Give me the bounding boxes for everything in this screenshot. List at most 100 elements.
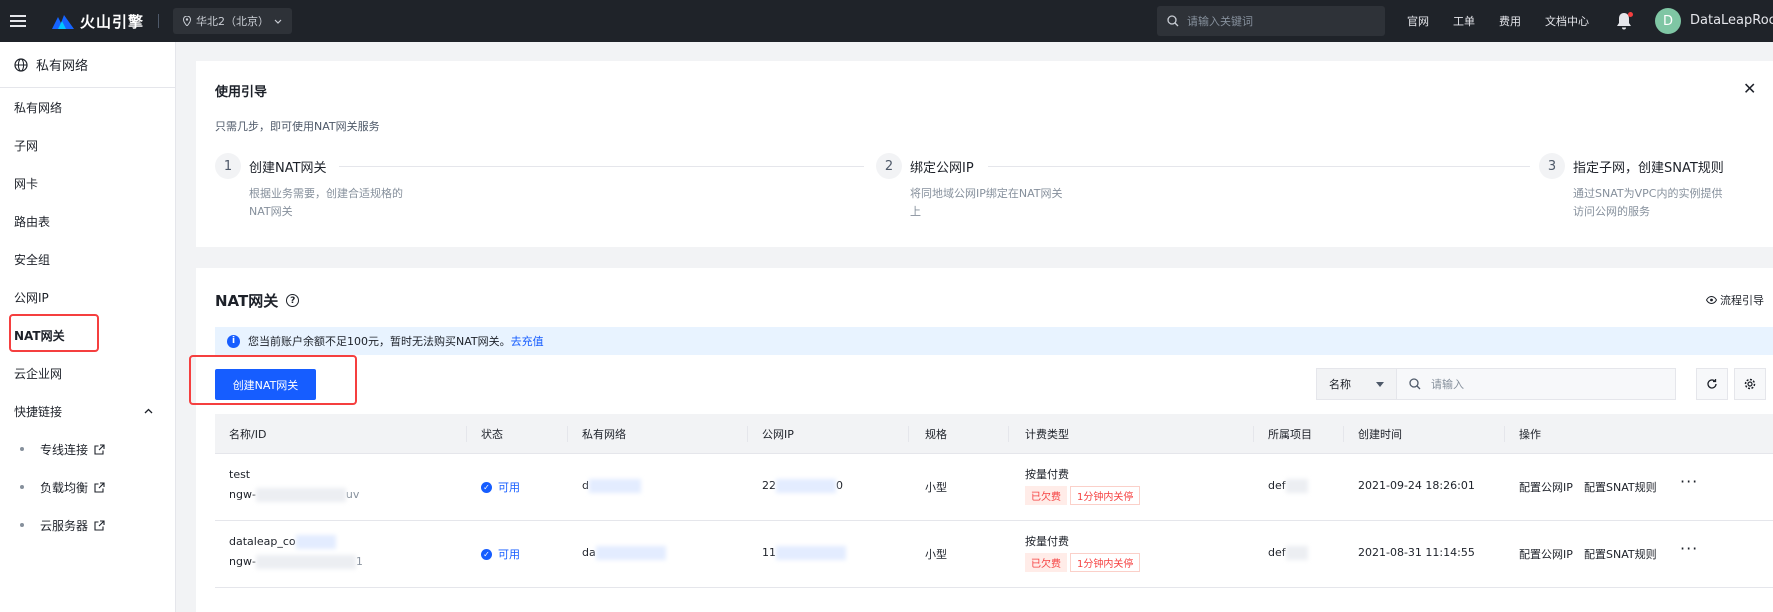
vpc-link[interactable]: d [582, 479, 641, 493]
step-connector [988, 166, 1530, 167]
col-created: 创建时间 [1358, 428, 1402, 441]
shortcut-ecs[interactable]: 云服务器 [0, 506, 175, 544]
brand-logo[interactable]: 火山引擎 [52, 11, 144, 32]
table-row: test ngw-uv ✓ 可用 d 22 0 小型 按量付费 已欠费 1分钟内关停… [215, 454, 1773, 521]
sidebar-item-security-group[interactable]: 安全组 [0, 240, 175, 278]
step-description: 将同地域公网IP绑定在NAT网关上 [910, 187, 1063, 218]
page-title-text: NAT网关 [215, 292, 279, 310]
billing-cell: 按量付费 已欠费 1分钟内关停 [1025, 466, 1141, 505]
status-badge: ✓ 可用 [481, 479, 520, 495]
sidebar-item-nic[interactable]: 网卡 [0, 164, 175, 202]
step-number: 2 [876, 153, 902, 179]
step-title: 指定子网，创建SNAT规则 [1573, 161, 1724, 176]
settings-button[interactable] [1734, 368, 1766, 400]
external-link-icon [94, 519, 105, 531]
caret-down-icon [1376, 381, 1384, 387]
create-nat-button[interactable]: 创建NAT网关 [215, 369, 316, 400]
search-filter: 名称 [1316, 368, 1676, 400]
sidebar-header: 私有网络 [0, 42, 175, 88]
alert-text: 您当前账户余额不足100元，暂时无法购买NAT网关。 [248, 335, 511, 348]
shortcut-label: 云服务器 [40, 518, 89, 533]
vpc-text: da [582, 546, 596, 559]
table-row: dataleap_co ngw- 1 ✓ 可用 da 11 小型 按量付费 已欠费… [215, 521, 1773, 588]
search-input[interactable] [1431, 377, 1631, 391]
created-time: 2021-08-31 11:14:55 [1358, 546, 1475, 559]
status-text: 可用 [498, 481, 520, 494]
link-official-site[interactable]: 官网 [1407, 13, 1429, 29]
gateway-name-link[interactable]: dataleap_co [229, 535, 336, 549]
global-search-input[interactable] [1187, 14, 1367, 28]
avatar[interactable]: D [1655, 8, 1681, 34]
vpc-link[interactable]: da [582, 546, 666, 560]
bullet [20, 523, 24, 527]
gateway-id: ngw- 1 [229, 555, 363, 569]
link-billing[interactable]: 费用 [1499, 13, 1521, 29]
check-circle-icon: ✓ [481, 481, 492, 493]
external-link-icon [94, 443, 105, 455]
shutdown-tag: 1分钟内关停 [1070, 486, 1141, 505]
more-actions-icon[interactable]: ··· [1680, 472, 1698, 491]
public-ip-link[interactable]: 11 [762, 546, 846, 560]
sidebar-item-subnet[interactable]: 子网 [0, 126, 175, 164]
flow-guide-link[interactable]: 流程引导 [1706, 292, 1764, 308]
global-search[interactable] [1157, 6, 1385, 36]
menu-icon[interactable] [0, 0, 36, 42]
sidebar-item-vpc[interactable]: 私有网络 [0, 88, 175, 126]
config-snat-link[interactable]: 配置SNAT规则 [1584, 479, 1657, 495]
redacted-mask [255, 488, 346, 502]
col-separator [1343, 426, 1344, 442]
shortcut-direct-connect[interactable]: 专线连接 [0, 430, 175, 468]
table-header: 名称/ID 状态 私有网络 公网IP 规格 计费类型 所属项目 创建时间 操作 [215, 414, 1773, 454]
link-tickets[interactable]: 工单 [1453, 13, 1475, 29]
sidebar-item-route-table[interactable]: 路由表 [0, 202, 175, 240]
refresh-button[interactable] [1696, 368, 1728, 400]
step-description: 通过SNAT为VPC内的实例提供访问公网的服务 [1573, 187, 1723, 218]
public-ip-start: 11 [762, 546, 776, 559]
location-pin-icon [183, 16, 192, 26]
step-description: 根据业务需要，创建合适规格的NAT网关 [249, 187, 403, 218]
col-separator [1253, 426, 1254, 442]
public-ip-link[interactable]: 22 0 [762, 479, 843, 493]
notification-dot [1628, 12, 1633, 17]
region-selector[interactable]: 华北2（北京） [173, 8, 293, 34]
search-icon [1409, 378, 1421, 390]
redacted-mask [776, 479, 836, 493]
config-public-ip-link[interactable]: 配置公网IP [1519, 546, 1573, 562]
col-separator [908, 426, 909, 442]
close-icon[interactable]: ✕ [1743, 79, 1756, 98]
search-icon [1167, 15, 1179, 27]
col-public-ip: 公网IP [762, 428, 794, 441]
shortcut-label: 负载均衡 [40, 480, 89, 495]
sidebar-shortcuts-toggle[interactable]: 快捷链接 [0, 392, 175, 430]
sidebar-item-nat-gateway[interactable]: NAT网关 [0, 316, 175, 354]
nat-gateway-card: NAT网关 ? 流程引导 i 您当前账户余额不足100元，暂时无法购买NAT网关… [196, 268, 1773, 612]
spec-value: 小型 [925, 481, 947, 494]
gateway-name-link[interactable]: test [229, 468, 250, 481]
config-snat-link[interactable]: 配置SNAT规则 [1584, 546, 1657, 562]
bell-icon[interactable] [1616, 12, 1633, 30]
sidebar-item-cen[interactable]: 云企业网 [0, 354, 175, 392]
more-actions-icon[interactable]: ··· [1680, 539, 1698, 558]
recharge-link[interactable]: 去充值 [511, 333, 544, 349]
help-icon[interactable]: ? [286, 294, 300, 307]
username[interactable]: DataLeapRoc [1690, 13, 1773, 28]
redacted-mask [588, 479, 641, 493]
filter-input-wrap[interactable] [1397, 369, 1675, 399]
filter-field-select[interactable]: 名称 [1317, 369, 1397, 399]
shutdown-tag: 1分钟内关停 [1070, 553, 1141, 572]
col-separator [1008, 426, 1009, 442]
config-public-ip-link[interactable]: 配置公网IP [1519, 479, 1573, 495]
col-project: 所属项目 [1268, 428, 1312, 441]
shortcut-load-balancer[interactable]: 负载均衡 [0, 468, 175, 506]
redacted-mask [595, 546, 666, 560]
col-billing: 计费类型 [1025, 428, 1069, 441]
brand-name: 火山引擎 [80, 12, 145, 31]
sidebar-item-public-ip[interactable]: 公网IP [0, 278, 175, 316]
gateway-name-text: dataleap_co [229, 535, 296, 548]
shortcuts-label: 快捷链接 [14, 404, 63, 419]
refresh-icon [1707, 379, 1717, 389]
status-badge: ✓ 可用 [481, 546, 520, 562]
chevron-down-icon [274, 19, 282, 24]
link-docs[interactable]: 文档中心 [1545, 13, 1589, 29]
col-separator [747, 426, 748, 442]
